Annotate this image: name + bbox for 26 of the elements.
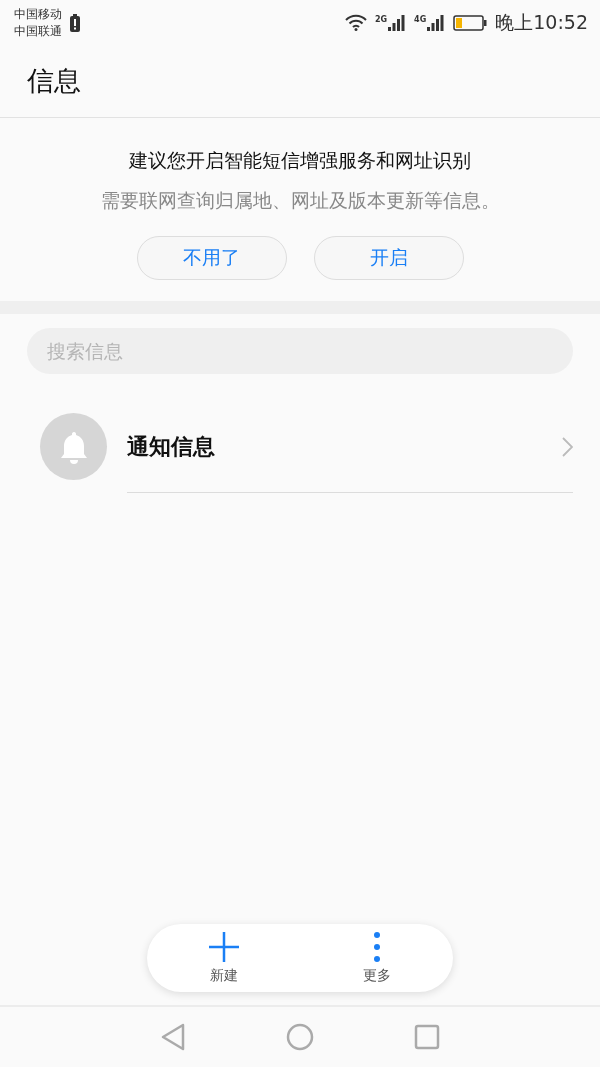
signal-icon: [388, 14, 407, 31]
clock: 晚上10:52: [495, 9, 588, 35]
more-button[interactable]: 更多: [326, 924, 427, 992]
battery-icon: [453, 14, 488, 31]
recents-button[interactable]: [414, 1024, 440, 1050]
battery-alert-icon: [70, 13, 80, 32]
network-label: 2G: [374, 14, 388, 24]
more-icon: [372, 931, 381, 963]
enable-button[interactable]: 开启: [313, 236, 464, 280]
new-button[interactable]: 新建: [173, 924, 274, 992]
plus-icon: [207, 931, 240, 963]
conversation-item[interactable]: 通知信息: [127, 414, 573, 493]
back-button[interactable]: [160, 1023, 186, 1051]
network-label: 4G: [414, 14, 427, 24]
chevron-right-icon: [562, 437, 573, 457]
banner-description: 需要联网查询归属地、网址及版本更新等信息。: [100, 188, 500, 213]
home-button[interactable]: [286, 1023, 314, 1051]
carrier-name: 中国移动: [14, 5, 62, 23]
decline-button[interactable]: 不用了: [136, 236, 287, 280]
wifi-icon: [344, 14, 367, 31]
page-title: 信息: [27, 64, 81, 98]
conversation-title: 通知信息: [127, 433, 216, 461]
carrier-name: 中国联通: [14, 22, 62, 40]
search-field[interactable]: 搜索信息: [27, 328, 573, 374]
signal-icon: [427, 14, 446, 31]
banner-title: 建议您开启智能短信增强服务和网址识别: [129, 148, 471, 173]
